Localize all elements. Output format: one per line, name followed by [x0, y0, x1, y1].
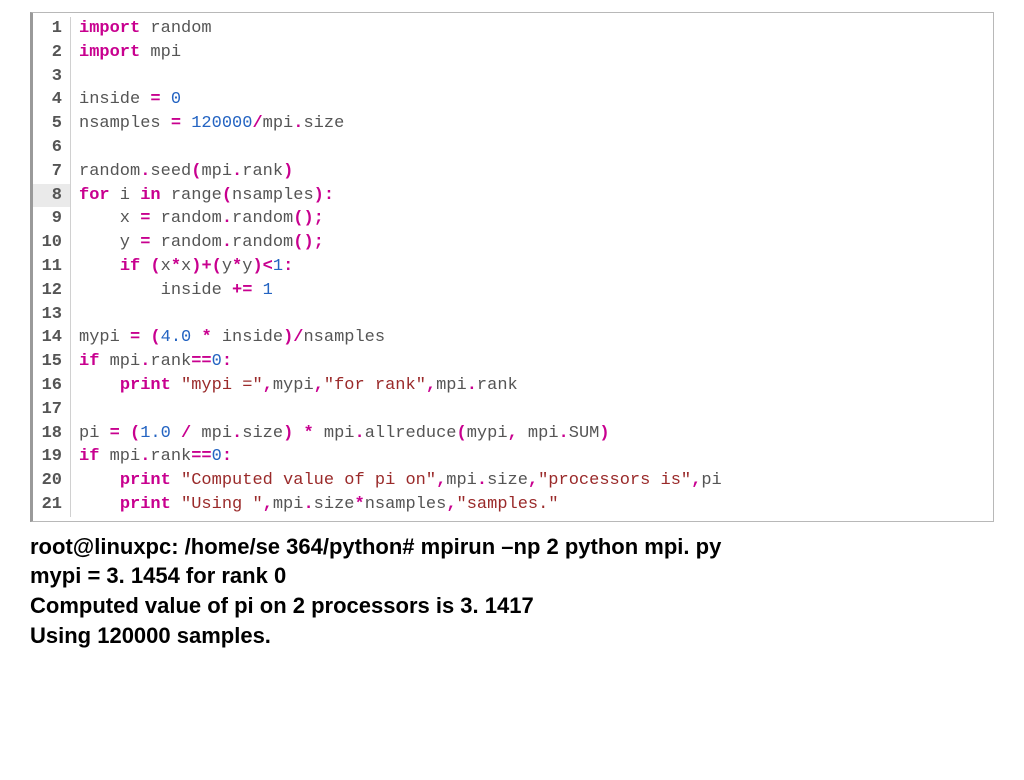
- code-content: nsamples = 120000/mpi.size: [79, 112, 344, 136]
- line-number: 4: [33, 88, 71, 112]
- code-content: print "Using ",mpi.size*nsamples,"sample…: [79, 493, 559, 517]
- code-content: print "mypi =",mypi,"for rank",mpi.rank: [79, 374, 518, 398]
- line-number: 8: [33, 184, 71, 208]
- code-line: 19 if mpi.rank==0:: [33, 445, 993, 469]
- line-number: 20: [33, 469, 71, 493]
- line-number: 1: [33, 17, 71, 41]
- code-content: inside = 0: [79, 88, 181, 112]
- code-content: for i in range(nsamples):: [79, 184, 334, 208]
- line-number: 2: [33, 41, 71, 65]
- code-line: 17: [33, 398, 993, 422]
- line-number: 18: [33, 422, 71, 446]
- line-number: 15: [33, 350, 71, 374]
- code-line: 6: [33, 136, 993, 160]
- code-content: if (x*x)+(y*y)<1:: [79, 255, 293, 279]
- line-number: 9: [33, 207, 71, 231]
- code-content: import mpi: [79, 41, 181, 65]
- code-line: 3: [33, 65, 993, 89]
- code-line: 16 print "mypi =",mypi,"for rank",mpi.ra…: [33, 374, 993, 398]
- terminal-output: root@linuxpc: /home/se 364/python# mpiru…: [30, 532, 994, 651]
- code-line: 13: [33, 303, 993, 327]
- line-number: 14: [33, 326, 71, 350]
- terminal-line: Using 120000 samples.: [30, 621, 994, 651]
- code-content: random.seed(mpi.rank): [79, 160, 293, 184]
- line-number: 6: [33, 136, 71, 160]
- code-line: 1 import random: [33, 17, 993, 41]
- code-content: pi = (1.0 / mpi.size) * mpi.allreduce(my…: [79, 422, 610, 446]
- code-line: 20 print "Computed value of pi on",mpi.s…: [33, 469, 993, 493]
- line-number: 5: [33, 112, 71, 136]
- line-number: 7: [33, 160, 71, 184]
- code-line: 12 inside += 1: [33, 279, 993, 303]
- code-content: print "Computed value of pi on",mpi.size…: [79, 469, 722, 493]
- code-line: 15 if mpi.rank==0:: [33, 350, 993, 374]
- line-number: 19: [33, 445, 71, 469]
- code-line: 2 import mpi: [33, 41, 993, 65]
- terminal-line: root@linuxpc: /home/se 364/python# mpiru…: [30, 532, 994, 562]
- code-line: 11 if (x*x)+(y*y)<1:: [33, 255, 993, 279]
- code-line: 10 y = random.random();: [33, 231, 993, 255]
- code-line: 7 random.seed(mpi.rank): [33, 160, 993, 184]
- code-content: inside += 1: [79, 279, 273, 303]
- code-line: 5 nsamples = 120000/mpi.size: [33, 112, 993, 136]
- code-content: mypi = (4.0 * inside)/nsamples: [79, 326, 385, 350]
- line-number: 13: [33, 303, 71, 327]
- code-line: 21 print "Using ",mpi.size*nsamples,"sam…: [33, 493, 993, 517]
- code-content: import random: [79, 17, 212, 41]
- code-content: x = random.random();: [79, 207, 324, 231]
- terminal-line: mypi = 3. 1454 for rank 0: [30, 561, 994, 591]
- line-number: 21: [33, 493, 71, 517]
- code-line: 4 inside = 0: [33, 88, 993, 112]
- code-line: 18 pi = (1.0 / mpi.size) * mpi.allreduce(…: [33, 422, 993, 446]
- terminal-line: Computed value of pi on 2 processors is …: [30, 591, 994, 621]
- line-number: 10: [33, 231, 71, 255]
- line-number: 16: [33, 374, 71, 398]
- line-number: 11: [33, 255, 71, 279]
- line-number: 12: [33, 279, 71, 303]
- code-line: 9 x = random.random();: [33, 207, 993, 231]
- code-line: 14 mypi = (4.0 * inside)/nsamples: [33, 326, 993, 350]
- code-content: y = random.random();: [79, 231, 324, 255]
- code-editor: 1 import random 2 import mpi 34 inside = 0 5 ns…: [30, 12, 994, 522]
- code-line: 8 for i in range(nsamples):: [33, 184, 993, 208]
- line-number: 3: [33, 65, 71, 89]
- line-number: 17: [33, 398, 71, 422]
- code-content: if mpi.rank==0:: [79, 350, 232, 374]
- code-content: if mpi.rank==0:: [79, 445, 232, 469]
